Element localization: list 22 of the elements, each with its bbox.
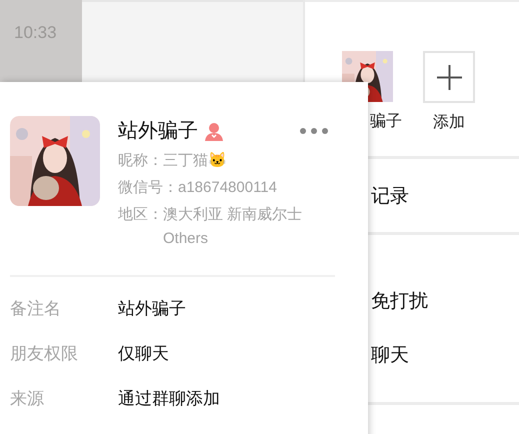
detail-label: 朋友权限 <box>10 342 79 365</box>
detail-value: 站外骗子 <box>118 298 186 320</box>
contact-name: 站外骗子 <box>118 119 198 144</box>
field-value: 三丁猫🐱 <box>163 151 228 171</box>
detail-value: 仅聊天 <box>118 342 169 365</box>
field-label: 昵称： <box>118 151 163 171</box>
detail-label: 备注名 <box>10 298 62 320</box>
detail-value: 通过群聊添加 <box>118 388 220 410</box>
field-value: 澳大利亚 新南威尔士 Others <box>163 205 303 249</box>
field-label: 地区： <box>118 205 163 225</box>
field-label: 微信号： <box>118 178 178 198</box>
plus-icon <box>436 64 462 90</box>
member-name: 添加 <box>433 112 465 133</box>
setting-label: 免打扰 <box>371 290 429 314</box>
member-name: 骗子 <box>370 112 402 132</box>
female-icon <box>204 121 224 141</box>
detail-label: 来源 <box>10 388 45 410</box>
add-member-button[interactable] <box>423 51 475 103</box>
field-value: a18674800114 <box>178 178 278 198</box>
setting-label: 聊天 <box>371 344 410 368</box>
setting-label: 记录 <box>371 186 409 207</box>
more-button[interactable] <box>300 128 328 134</box>
